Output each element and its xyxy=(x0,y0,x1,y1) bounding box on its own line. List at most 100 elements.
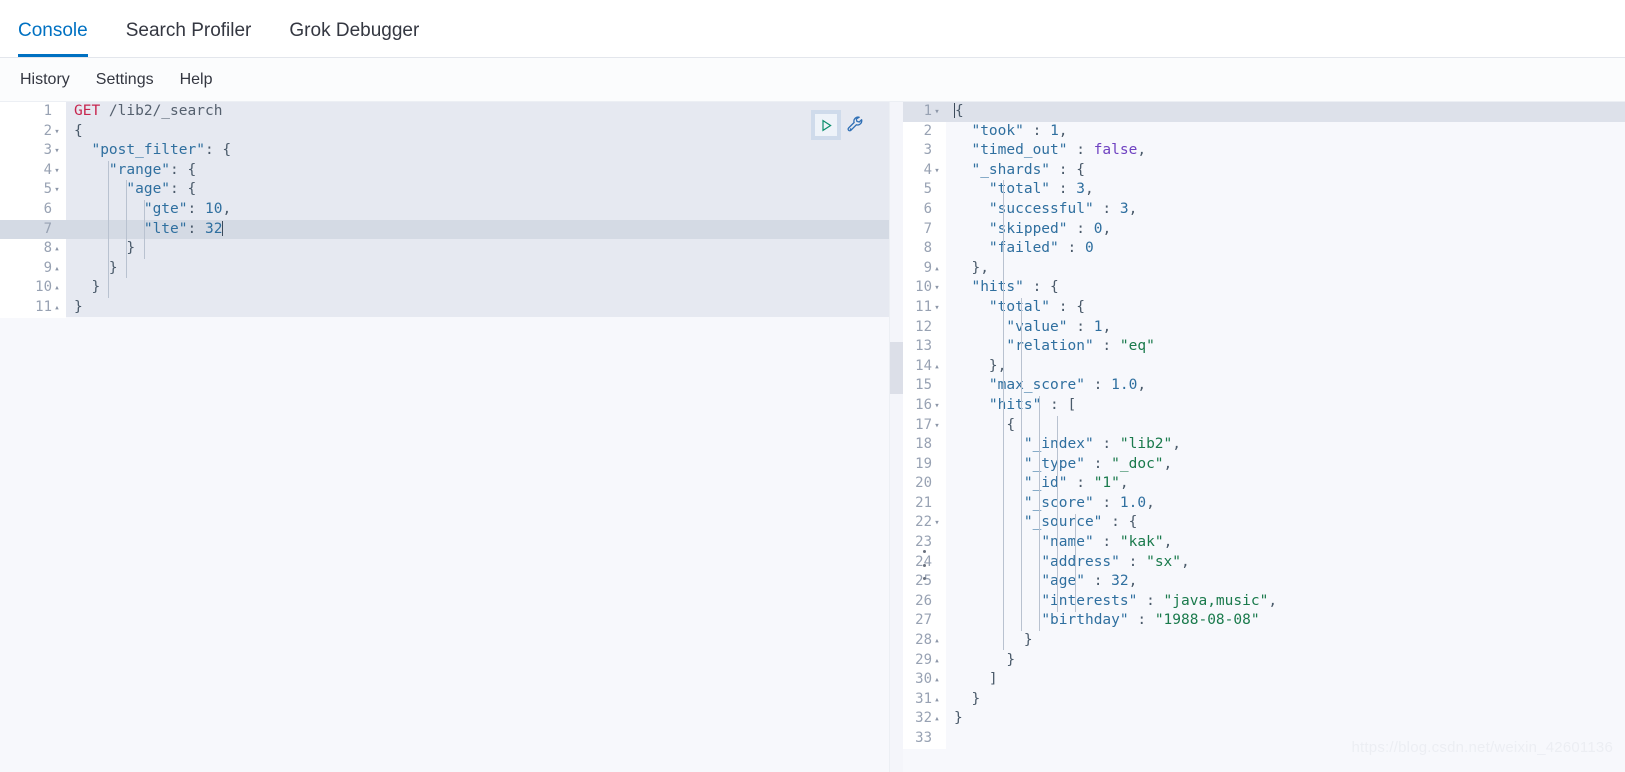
code-text[interactable]: "total" : { xyxy=(946,298,1625,318)
menu-item-history[interactable]: History xyxy=(20,71,70,89)
code-line[interactable]: 15 "max_score" : 1.0, xyxy=(890,376,1625,396)
response-scrollbar[interactable] xyxy=(890,102,903,772)
code-line[interactable]: 13 "relation" : "eq" xyxy=(890,337,1625,357)
code-text[interactable]: { xyxy=(946,416,1625,436)
code-line[interactable]: 28 ▴ } xyxy=(890,631,1625,651)
fold-expand-icon[interactable]: ▴ xyxy=(52,240,62,260)
code-text[interactable]: "address" : "sx", xyxy=(946,553,1625,573)
code-line[interactable]: 3 "timed_out" : false, xyxy=(890,141,1625,161)
code-text[interactable]: "age": { xyxy=(66,180,889,200)
code-text[interactable]: } xyxy=(946,631,1625,651)
request-pane[interactable]: 1 GET /lib2/_search 2 ▾{3 ▾ "post_filter": {… xyxy=(0,102,890,772)
fold-expand-icon[interactable]: ▴ xyxy=(932,691,942,711)
code-line[interactable]: 24 "address" : "sx", xyxy=(890,552,1625,573)
code-line[interactable]: 2 "took" : 1, xyxy=(890,121,1625,142)
code-line[interactable]: 29 ▴ } xyxy=(890,650,1625,672)
code-text[interactable]: "_index" : "lib2", xyxy=(946,435,1625,455)
code-line[interactable]: 8 ▴ } xyxy=(0,239,889,259)
response-pane[interactable]: 1 ▾{2 "took" : 1, 3 "timed_out" : false, 4 ▾… xyxy=(890,102,1625,772)
code-text[interactable] xyxy=(946,729,1625,749)
fold-collapse-icon[interactable]: ▾ xyxy=(52,181,62,201)
code-text[interactable]: "value" : 1, xyxy=(946,318,1625,338)
send-request-button[interactable] xyxy=(811,110,841,140)
code-text[interactable]: }, xyxy=(946,259,1625,279)
menu-item-settings[interactable]: Settings xyxy=(96,71,154,89)
code-line[interactable]: 27 "birthday" : "1988-08-08" xyxy=(890,611,1625,632)
code-text[interactable]: "hits" : [ xyxy=(946,396,1625,416)
code-line[interactable]: 8 "failed" : 0 xyxy=(890,239,1625,259)
fold-collapse-icon[interactable]: ▾ xyxy=(52,162,62,182)
code-line[interactable]: 1 GET /lib2/_search xyxy=(0,102,889,122)
code-line[interactable]: 6 "successful" : 3, xyxy=(890,199,1625,220)
code-line[interactable]: 16 ▾ "hits" : [ xyxy=(890,395,1625,417)
code-text[interactable]: } xyxy=(946,690,1625,710)
code-text[interactable]: "max_score" : 1.0, xyxy=(946,376,1625,396)
code-text[interactable]: "age" : 32, xyxy=(946,572,1625,592)
code-text[interactable]: } xyxy=(66,298,889,318)
pane-resize-handle[interactable] xyxy=(920,550,928,580)
code-line[interactable]: 10 ▾ "hits" : { xyxy=(890,278,1625,298)
fold-expand-icon[interactable]: ▴ xyxy=(932,260,942,280)
code-text[interactable]: "_type" : "_doc", xyxy=(946,455,1625,475)
fold-collapse-icon[interactable]: ▾ xyxy=(932,299,942,319)
response-scrollbar-thumb[interactable] xyxy=(890,342,903,394)
code-text[interactable]: "name" : "kak", xyxy=(946,533,1625,553)
code-text[interactable]: "relation" : "eq" xyxy=(946,337,1625,357)
code-line[interactable]: 5 ▾ "age": { xyxy=(0,180,889,200)
code-line[interactable]: 11 ▾ "total" : { xyxy=(890,297,1625,319)
fold-expand-icon[interactable]: ▴ xyxy=(932,358,942,378)
code-line[interactable]: 9 ▴ }, xyxy=(890,258,1625,280)
code-line[interactable]: 10 ▴ } xyxy=(0,278,889,298)
code-text[interactable]: "gte": 10, xyxy=(66,200,889,220)
code-line[interactable]: 19 "_type" : "_doc", xyxy=(890,454,1625,475)
fold-expand-icon[interactable]: ▴ xyxy=(932,652,942,672)
code-text[interactable]: "lte": 32 xyxy=(66,220,889,240)
fold-collapse-icon[interactable]: ▾ xyxy=(52,123,62,143)
code-text[interactable]: { xyxy=(946,102,1625,122)
code-text[interactable]: } xyxy=(66,239,889,259)
fold-expand-icon[interactable]: ▴ xyxy=(932,632,942,652)
code-text[interactable]: "birthday" : "1988-08-08" xyxy=(946,611,1625,631)
tab-search-profiler[interactable]: Search Profiler xyxy=(126,21,252,57)
code-line[interactable]: 26 "interests" : "java,music", xyxy=(890,591,1625,612)
code-line[interactable]: 4 ▾ "_shards" : { xyxy=(890,160,1625,181)
code-text[interactable]: "skipped" : 0, xyxy=(946,220,1625,240)
code-line[interactable]: 14 ▴ }, xyxy=(890,356,1625,378)
code-line[interactable]: 7 "skipped" : 0, xyxy=(890,219,1625,240)
code-line[interactable]: 31 ▴ } xyxy=(890,689,1625,711)
fold-collapse-icon[interactable]: ▾ xyxy=(52,142,62,162)
code-text[interactable]: "total" : 3, xyxy=(946,180,1625,200)
code-line[interactable]: 6 "gte": 10, xyxy=(0,199,889,220)
code-line[interactable]: 7 "lte": 32 xyxy=(0,219,889,240)
fold-expand-icon[interactable]: ▴ xyxy=(932,710,942,730)
fold-collapse-icon[interactable]: ▾ xyxy=(932,417,942,437)
code-text[interactable]: "_id" : "1", xyxy=(946,474,1625,494)
code-text[interactable]: "_source" : { xyxy=(946,513,1625,533)
code-line[interactable]: 12 "value" : 1, xyxy=(890,317,1625,338)
code-text[interactable]: "interests" : "java,music", xyxy=(946,592,1625,612)
code-text[interactable]: }, xyxy=(946,357,1625,377)
code-text[interactable]: "range": { xyxy=(66,161,889,181)
fold-collapse-icon[interactable]: ▾ xyxy=(932,279,942,299)
fold-expand-icon[interactable]: ▴ xyxy=(52,260,62,280)
code-text[interactable]: "_shards" : { xyxy=(946,161,1625,181)
fold-expand-icon[interactable]: ▴ xyxy=(52,279,62,299)
code-text[interactable]: ] xyxy=(946,670,1625,690)
code-text[interactable]: } xyxy=(66,259,889,279)
request-code-area[interactable]: 1 GET /lib2/_search 2 ▾{3 ▾ "post_filter": {… xyxy=(0,102,889,318)
code-text[interactable]: } xyxy=(946,709,1625,729)
fold-expand-icon[interactable]: ▴ xyxy=(932,671,942,691)
tab-console[interactable]: Console xyxy=(18,21,88,57)
fold-collapse-icon[interactable]: ▾ xyxy=(932,397,942,417)
code-text[interactable]: } xyxy=(946,651,1625,671)
code-line[interactable]: 23 "name" : "kak", xyxy=(890,533,1625,553)
code-line[interactable]: 21 "_score" : 1.0, xyxy=(890,493,1625,514)
menu-item-help[interactable]: Help xyxy=(180,71,213,89)
code-text[interactable]: "hits" : { xyxy=(946,278,1625,298)
code-line[interactable]: 11 ▴} xyxy=(0,297,889,318)
code-text[interactable]: "_score" : 1.0, xyxy=(946,494,1625,514)
code-line[interactable]: 25 "age" : 32, xyxy=(890,572,1625,592)
code-text[interactable]: "successful" : 3, xyxy=(946,200,1625,220)
wrench-icon[interactable] xyxy=(845,114,867,136)
code-text[interactable]: GET /lib2/_search xyxy=(66,102,889,122)
